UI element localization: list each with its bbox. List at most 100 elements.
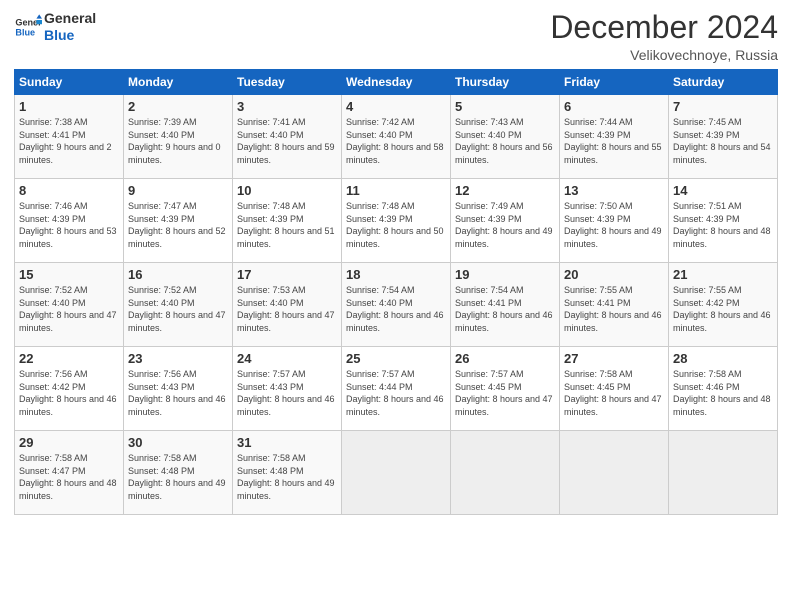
cell-info: Sunrise: 7:56 AMSunset: 4:43 PMDaylight:… <box>128 369 226 417</box>
calendar-cell: 24 Sunrise: 7:57 AMSunset: 4:43 PMDayligh… <box>233 347 342 431</box>
day-number: 25 <box>346 351 446 366</box>
cell-info: Sunrise: 7:39 AMSunset: 4:40 PMDaylight:… <box>128 117 221 165</box>
calendar-cell: 25 Sunrise: 7:57 AMSunset: 4:44 PMDayligh… <box>342 347 451 431</box>
cell-info: Sunrise: 7:43 AMSunset: 4:40 PMDaylight:… <box>455 117 553 165</box>
day-number: 5 <box>455 99 555 114</box>
cell-info: Sunrise: 7:45 AMSunset: 4:39 PMDaylight:… <box>673 117 771 165</box>
day-number: 14 <box>673 183 773 198</box>
cell-info: Sunrise: 7:58 AMSunset: 4:48 PMDaylight:… <box>237 453 335 501</box>
day-number: 13 <box>564 183 664 198</box>
calendar-cell: 11 Sunrise: 7:48 AMSunset: 4:39 PMDayligh… <box>342 179 451 263</box>
calendar-cell <box>342 431 451 515</box>
col-header-tuesday: Tuesday <box>233 70 342 95</box>
calendar-week-1: 1 Sunrise: 7:38 AMSunset: 4:41 PMDaylight… <box>15 95 778 179</box>
col-header-thursday: Thursday <box>451 70 560 95</box>
calendar-cell: 19 Sunrise: 7:54 AMSunset: 4:41 PMDayligh… <box>451 263 560 347</box>
calendar-cell: 17 Sunrise: 7:53 AMSunset: 4:40 PMDayligh… <box>233 263 342 347</box>
cell-info: Sunrise: 7:58 AMSunset: 4:48 PMDaylight:… <box>128 453 226 501</box>
day-number: 27 <box>564 351 664 366</box>
calendar-cell: 2 Sunrise: 7:39 AMSunset: 4:40 PMDaylight… <box>124 95 233 179</box>
day-number: 1 <box>19 99 119 114</box>
col-header-friday: Friday <box>560 70 669 95</box>
cell-info: Sunrise: 7:38 AMSunset: 4:41 PMDaylight:… <box>19 117 112 165</box>
calendar-cell <box>560 431 669 515</box>
day-number: 16 <box>128 267 228 282</box>
day-number: 12 <box>455 183 555 198</box>
calendar-cell <box>669 431 778 515</box>
cell-info: Sunrise: 7:57 AMSunset: 4:44 PMDaylight:… <box>346 369 444 417</box>
cell-info: Sunrise: 7:54 AMSunset: 4:40 PMDaylight:… <box>346 285 444 333</box>
day-number: 3 <box>237 99 337 114</box>
day-number: 11 <box>346 183 446 198</box>
calendar-cell: 10 Sunrise: 7:48 AMSunset: 4:39 PMDayligh… <box>233 179 342 263</box>
calendar-cell: 27Sunrise: 7:58 AMSunset: 4:45 PMDayligh… <box>560 347 669 431</box>
day-number: 31 <box>237 435 337 450</box>
cell-info: Sunrise: 7:47 AMSunset: 4:39 PMDaylight:… <box>128 201 226 249</box>
calendar-cell: 15 Sunrise: 7:52 AMSunset: 4:40 PMDayligh… <box>15 263 124 347</box>
cell-info: Sunrise: 7:44 AMSunset: 4:39 PMDaylight:… <box>564 117 662 165</box>
cell-info: Sunrise: 7:52 AMSunset: 4:40 PMDaylight:… <box>19 285 117 333</box>
calendar-cell: 31 Sunrise: 7:58 AMSunset: 4:48 PMDayligh… <box>233 431 342 515</box>
calendar-cell: 8 Sunrise: 7:46 AMSunset: 4:39 PMDaylight… <box>15 179 124 263</box>
calendar-week-5: 29Sunrise: 7:58 AMSunset: 4:47 PMDayligh… <box>15 431 778 515</box>
cell-info: Sunrise: 7:48 AMSunset: 4:39 PMDaylight:… <box>237 201 335 249</box>
day-number: 18 <box>346 267 446 282</box>
cell-info: Sunrise: 7:53 AMSunset: 4:40 PMDaylight:… <box>237 285 335 333</box>
cell-info: Sunrise: 7:49 AMSunset: 4:39 PMDaylight:… <box>455 201 553 249</box>
calendar-cell: 20Sunrise: 7:55 AMSunset: 4:41 PMDayligh… <box>560 263 669 347</box>
day-number: 9 <box>128 183 228 198</box>
calendar-cell: 4Sunrise: 7:42 AMSunset: 4:40 PMDaylight… <box>342 95 451 179</box>
cell-info: Sunrise: 7:56 AMSunset: 4:42 PMDaylight:… <box>19 369 117 417</box>
day-number: 6 <box>564 99 664 114</box>
calendar-header-row: SundayMondayTuesdayWednesdayThursdayFrid… <box>15 70 778 95</box>
day-number: 21 <box>673 267 773 282</box>
logo: General Blue General Blue <box>14 10 96 44</box>
calendar-cell: 16Sunrise: 7:52 AMSunset: 4:40 PMDayligh… <box>124 263 233 347</box>
day-number: 10 <box>237 183 337 198</box>
cell-info: Sunrise: 7:54 AMSunset: 4:41 PMDaylight:… <box>455 285 553 333</box>
col-header-sunday: Sunday <box>15 70 124 95</box>
day-number: 24 <box>237 351 337 366</box>
cell-info: Sunrise: 7:42 AMSunset: 4:40 PMDaylight:… <box>346 117 444 165</box>
calendar-cell <box>451 431 560 515</box>
calendar-cell: 28Sunrise: 7:58 AMSunset: 4:46 PMDayligh… <box>669 347 778 431</box>
cell-info: Sunrise: 7:57 AMSunset: 4:43 PMDaylight:… <box>237 369 335 417</box>
calendar-week-4: 22Sunrise: 7:56 AMSunset: 4:42 PMDayligh… <box>15 347 778 431</box>
calendar-cell: 9 Sunrise: 7:47 AMSunset: 4:39 PMDaylight… <box>124 179 233 263</box>
calendar-cell: 1 Sunrise: 7:38 AMSunset: 4:41 PMDaylight… <box>15 95 124 179</box>
calendar-cell: 30Sunrise: 7:58 AMSunset: 4:48 PMDayligh… <box>124 431 233 515</box>
calendar-cell: 18 Sunrise: 7:54 AMSunset: 4:40 PMDayligh… <box>342 263 451 347</box>
calendar-cell: 21 Sunrise: 7:55 AMSunset: 4:42 PMDayligh… <box>669 263 778 347</box>
calendar-week-2: 8 Sunrise: 7:46 AMSunset: 4:39 PMDaylight… <box>15 179 778 263</box>
calendar-table: SundayMondayTuesdayWednesdayThursdayFrid… <box>14 69 778 515</box>
day-number: 2 <box>128 99 228 114</box>
month-title: December 2024 <box>550 10 778 45</box>
calendar-cell: 29Sunrise: 7:58 AMSunset: 4:47 PMDayligh… <box>15 431 124 515</box>
col-header-wednesday: Wednesday <box>342 70 451 95</box>
day-number: 15 <box>19 267 119 282</box>
location-subtitle: Velikovechnoye, Russia <box>550 47 778 63</box>
calendar-cell: 14Sunrise: 7:51 AMSunset: 4:39 PMDayligh… <box>669 179 778 263</box>
calendar-body: 1 Sunrise: 7:38 AMSunset: 4:41 PMDaylight… <box>15 95 778 515</box>
day-number: 7 <box>673 99 773 114</box>
cell-info: Sunrise: 7:46 AMSunset: 4:39 PMDaylight:… <box>19 201 117 249</box>
calendar-cell: 23 Sunrise: 7:56 AMSunset: 4:43 PMDayligh… <box>124 347 233 431</box>
calendar-container: General Blue General Blue December 2024 … <box>0 0 792 523</box>
cell-info: Sunrise: 7:58 AMSunset: 4:47 PMDaylight:… <box>19 453 117 501</box>
cell-info: Sunrise: 7:48 AMSunset: 4:39 PMDaylight:… <box>346 201 444 249</box>
header-row: General Blue General Blue December 2024 … <box>14 10 778 63</box>
day-number: 20 <box>564 267 664 282</box>
day-number: 23 <box>128 351 228 366</box>
day-number: 8 <box>19 183 119 198</box>
day-number: 19 <box>455 267 555 282</box>
logo-icon: General Blue <box>14 13 42 41</box>
calendar-cell: 26 Sunrise: 7:57 AMSunset: 4:45 PMDayligh… <box>451 347 560 431</box>
day-number: 17 <box>237 267 337 282</box>
day-number: 26 <box>455 351 555 366</box>
calendar-cell: 7 Sunrise: 7:45 AMSunset: 4:39 PMDaylight… <box>669 95 778 179</box>
cell-info: Sunrise: 7:57 AMSunset: 4:45 PMDaylight:… <box>455 369 553 417</box>
cell-info: Sunrise: 7:55 AMSunset: 4:42 PMDaylight:… <box>673 285 771 333</box>
logo-line2: Blue <box>44 27 96 44</box>
calendar-cell: 22Sunrise: 7:56 AMSunset: 4:42 PMDayligh… <box>15 347 124 431</box>
svg-text:Blue: Blue <box>15 27 35 37</box>
